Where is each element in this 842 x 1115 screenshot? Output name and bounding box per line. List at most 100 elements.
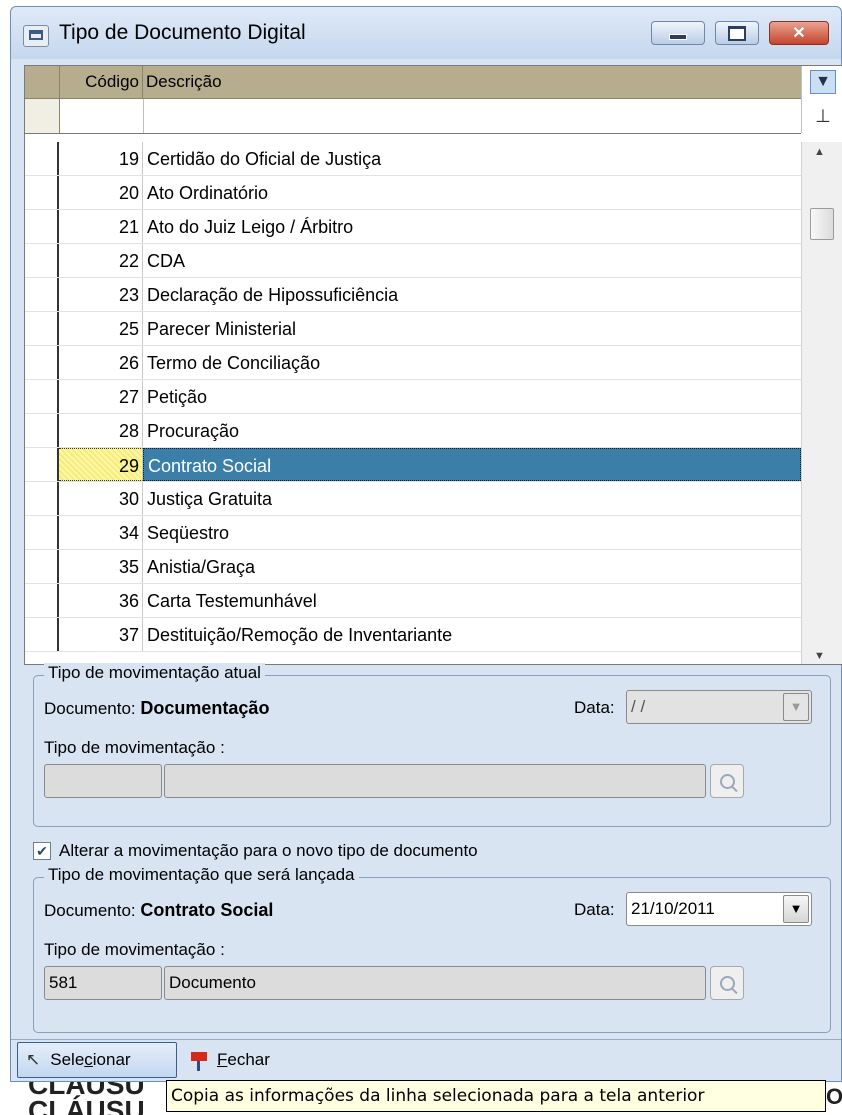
row-description[interactable]: Destituição/Remoção de Inventariante — [143, 618, 452, 651]
search-icon — [719, 773, 735, 789]
current-movement-desc-field — [164, 764, 706, 798]
row-code[interactable]: 34 — [59, 516, 143, 549]
filter-code-input[interactable] — [59, 99, 144, 133]
select-button[interactable]: ↖ Selecionar — [17, 1042, 177, 1078]
row-code[interactable]: 21 — [59, 210, 143, 243]
new-movement-desc: Documento — [169, 973, 256, 992]
minimize-button[interactable] — [651, 21, 705, 45]
row-description[interactable]: Anistia/Graça — [143, 550, 255, 583]
current-document-label: Documento: — [44, 699, 136, 718]
select-button-label: Selecionar — [50, 1050, 131, 1069]
table-row[interactable]: 30 Justiça Gratuita — [25, 482, 801, 516]
row-code[interactable]: 19 — [59, 142, 143, 175]
new-document: Documento: Contrato Social — [44, 900, 273, 921]
filter-row-indicator — [25, 99, 60, 133]
new-movement-desc-field[interactable]: Documento — [164, 966, 706, 1000]
row-code[interactable]: 26 — [59, 346, 143, 379]
row-code[interactable]: 30 — [59, 482, 143, 515]
table-row[interactable]: 23 Declaração de Hipossuficiência — [25, 278, 801, 312]
close-button[interactable]: Fechar — [189, 1042, 270, 1078]
row-description[interactable]: Contrato Social — [143, 448, 801, 481]
row-code[interactable]: 29 — [59, 448, 143, 481]
new-movement-title: Tipo de movimentação que será lançada — [44, 865, 359, 885]
table-row[interactable]: 22 CDA — [25, 244, 801, 278]
new-date-value[interactable]: 21/10/2011 — [631, 899, 715, 918]
row-description[interactable]: Carta Testemunhável — [143, 584, 317, 617]
row-description[interactable]: Certidão do Oficial de Justiça — [143, 142, 381, 175]
table-row[interactable]: 37 Destituição/Remoção de Inventariante — [25, 618, 801, 652]
new-movement-type-label: Tipo de movimentação : — [44, 940, 225, 959]
close-icon: ✕ — [792, 25, 806, 42]
close-window-button[interactable]: ✕ — [769, 21, 829, 45]
background-right-letter: O — [826, 1084, 842, 1109]
row-description[interactable]: Ato do Juiz Leigo / Árbitro — [143, 210, 353, 243]
chevron-down-icon[interactable]: ▼ — [783, 895, 809, 923]
row-code[interactable]: 36 — [59, 584, 143, 617]
current-date-value: / / — [631, 697, 646, 716]
row-description[interactable]: Justiça Gratuita — [143, 482, 272, 515]
footer-divider — [11, 1039, 841, 1040]
new-movement-search-button[interactable] — [710, 966, 744, 1000]
scroll-thumb[interactable] — [810, 208, 834, 240]
scroll-down-icon[interactable]: ▼ — [814, 650, 825, 662]
new-date-field[interactable]: 21/10/2011 ▼ — [626, 892, 812, 926]
scroll-up-icon[interactable]: ▲ — [814, 146, 825, 158]
row-indicator — [25, 346, 59, 379]
row-indicator — [25, 142, 59, 175]
filter-icon[interactable]: ▼ — [810, 70, 836, 94]
new-document-label: Documento: — [44, 901, 136, 920]
row-code[interactable]: 22 — [59, 244, 143, 277]
change-movement-checkbox[interactable]: ✔ — [33, 842, 51, 860]
row-indicator — [25, 278, 59, 311]
cursor-arrow-icon: ↖ — [26, 1050, 41, 1069]
window-app-icon — [23, 25, 49, 47]
row-indicator — [25, 380, 59, 413]
vertical-scrollbar[interactable]: ▲ ▼ — [801, 142, 842, 664]
row-code[interactable]: 27 — [59, 380, 143, 413]
row-description[interactable]: Petição — [143, 380, 207, 413]
row-code[interactable]: 28 — [59, 414, 143, 447]
filter-row — [25, 99, 801, 134]
new-movement-code-field[interactable]: 581 — [44, 966, 162, 1000]
document-type-dialog: Tipo de Documento Digital ✕ Código Descr… — [10, 6, 842, 1082]
clear-filter-icon[interactable]: ⊥ — [810, 104, 836, 128]
table-row[interactable]: 20 Ato Ordinatório — [25, 176, 801, 210]
row-indicator — [25, 550, 59, 583]
row-indicator — [25, 516, 59, 549]
row-code[interactable]: 37 — [59, 618, 143, 651]
row-description[interactable]: Termo de Conciliação — [143, 346, 320, 379]
title-bar[interactable]: Tipo de Documento Digital ✕ — [11, 7, 841, 59]
row-indicator — [25, 210, 59, 243]
table-row[interactable]: 21 Ato do Juiz Leigo / Árbitro — [25, 210, 801, 244]
maximize-button[interactable] — [715, 21, 759, 45]
column-header-code[interactable]: Código — [59, 66, 143, 98]
row-code[interactable]: 25 — [59, 312, 143, 345]
row-indicator — [25, 244, 59, 277]
table-row[interactable]: 27 Petição — [25, 380, 801, 414]
table-row[interactable]: 28 Procuração — [25, 414, 801, 448]
current-document: Documento: Documentação — [44, 698, 269, 719]
change-movement-label[interactable]: Alterar a movimentação para o novo tipo … — [59, 841, 478, 861]
row-description[interactable]: Seqüestro — [143, 516, 229, 549]
row-indicator — [25, 448, 59, 481]
row-code[interactable]: 35 — [59, 550, 143, 583]
table-row[interactable]: 26 Termo de Conciliação — [25, 346, 801, 380]
change-movement-option[interactable]: ✔ Alterar a movimentação para o novo tip… — [33, 839, 478, 863]
current-date-label: Data: — [574, 698, 615, 717]
column-header-description[interactable]: Descrição — [143, 66, 222, 98]
table-row[interactable]: 29 Contrato Social — [25, 448, 801, 482]
row-code[interactable]: 23 — [59, 278, 143, 311]
new-document-value: Contrato Social — [140, 900, 274, 920]
row-description[interactable]: CDA — [143, 244, 185, 277]
row-description[interactable]: Procuração — [143, 414, 239, 447]
table-row[interactable]: 19 Certidão do Oficial de Justiça — [25, 142, 801, 176]
row-description[interactable]: Declaração de Hipossuficiência — [143, 278, 398, 311]
row-description[interactable]: Parecer Ministerial — [143, 312, 296, 345]
table-row[interactable]: 36 Carta Testemunhável — [25, 584, 801, 618]
table-row[interactable]: 25 Parecer Ministerial — [25, 312, 801, 346]
row-description[interactable]: Ato Ordinatório — [143, 176, 268, 209]
table-row[interactable]: 35 Anistia/Graça — [25, 550, 801, 584]
row-code[interactable]: 20 — [59, 176, 143, 209]
minimize-icon — [669, 34, 687, 40]
table-row[interactable]: 34 Seqüestro — [25, 516, 801, 550]
